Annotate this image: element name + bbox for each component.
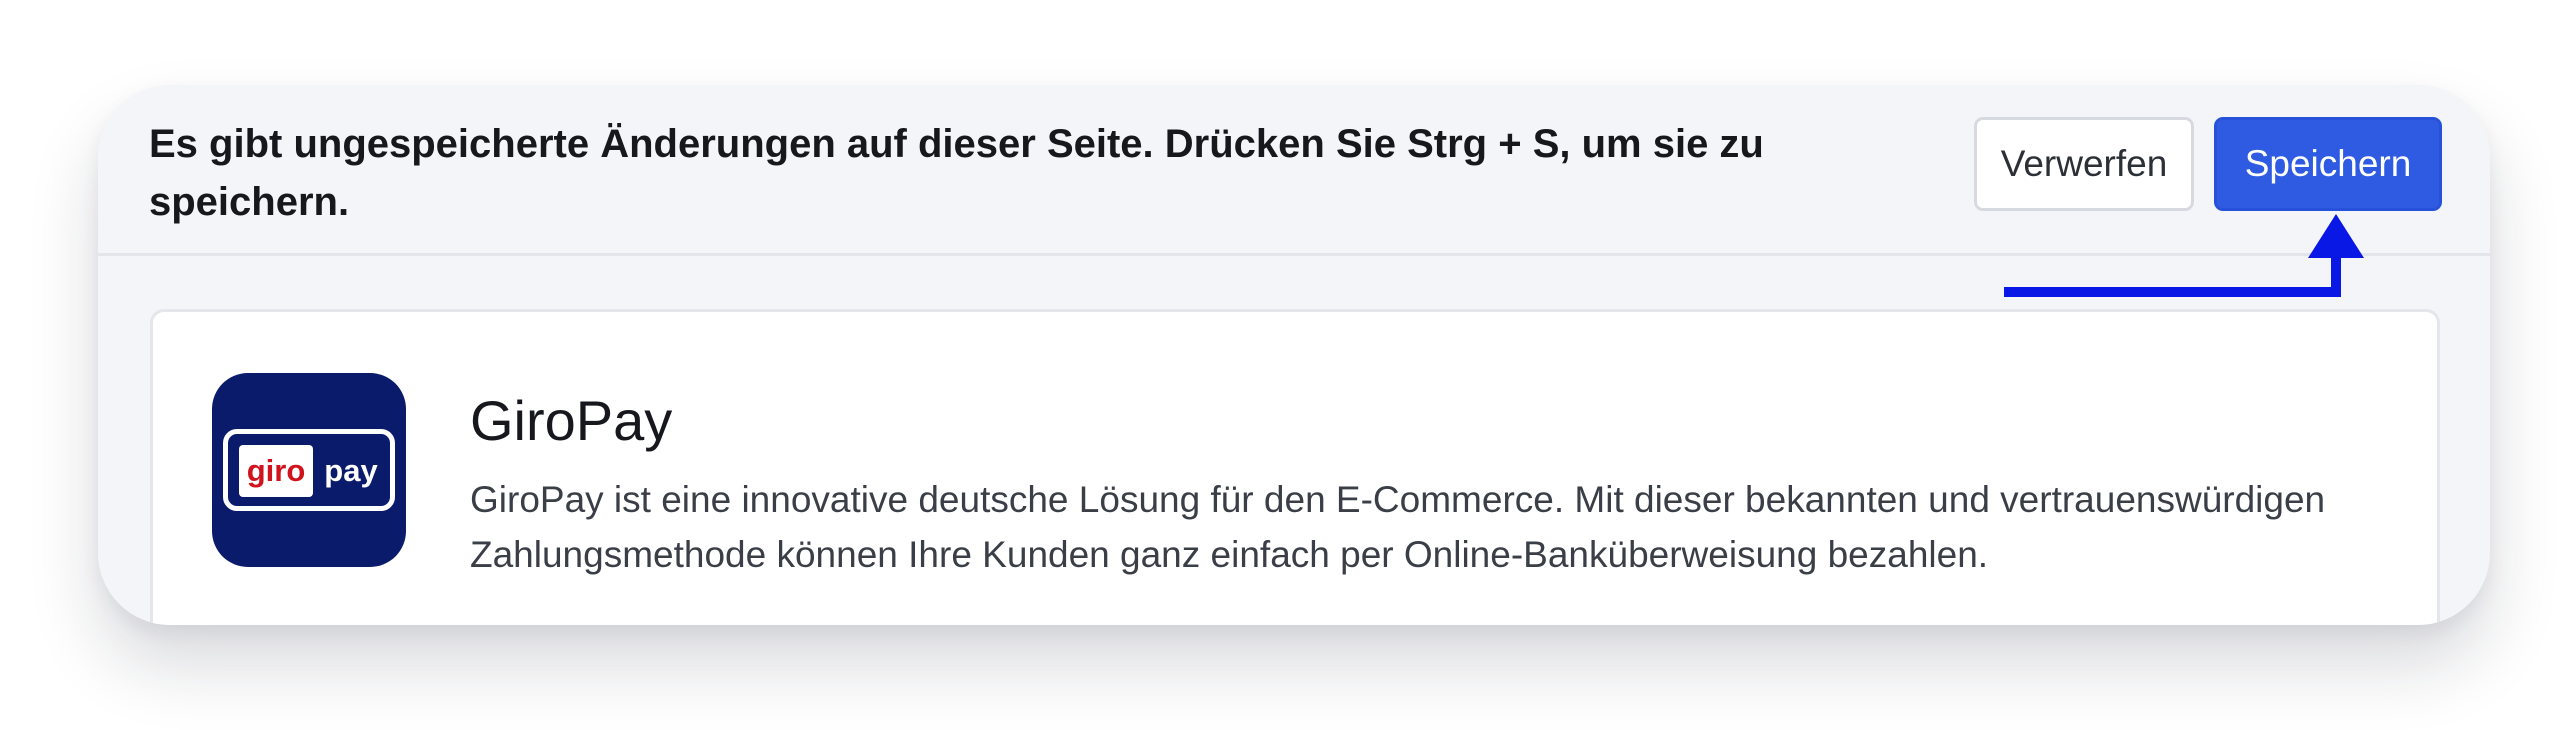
giropay-logo-badge: giro pay: [223, 429, 395, 511]
discard-button[interactable]: Verwerfen: [1974, 117, 2194, 211]
giropay-logo-giro-text: giro: [239, 445, 313, 497]
save-button[interactable]: Speichern: [2214, 117, 2442, 211]
unsaved-changes-message: Es gibt ungespeicherte Änderungen auf di…: [149, 122, 1764, 224]
payment-method-description: GiroPay ist eine innovative deutsche Lös…: [470, 479, 2326, 575]
unsaved-changes-bar: Es gibt ungespeicherte Änderungen auf di…: [98, 85, 2490, 256]
payment-method-card: giro pay GiroPay GiroPay ist eine innova…: [150, 309, 2440, 625]
payment-method-title: GiroPay: [470, 389, 673, 452]
giropay-logo: giro pay: [212, 373, 406, 567]
screenshot-stage: Es gibt ungespeicherte Änderungen auf di…: [0, 0, 2560, 730]
giropay-logo-pay-text: pay: [324, 453, 378, 488]
settings-window: Es gibt ungespeicherte Änderungen auf di…: [98, 85, 2490, 625]
